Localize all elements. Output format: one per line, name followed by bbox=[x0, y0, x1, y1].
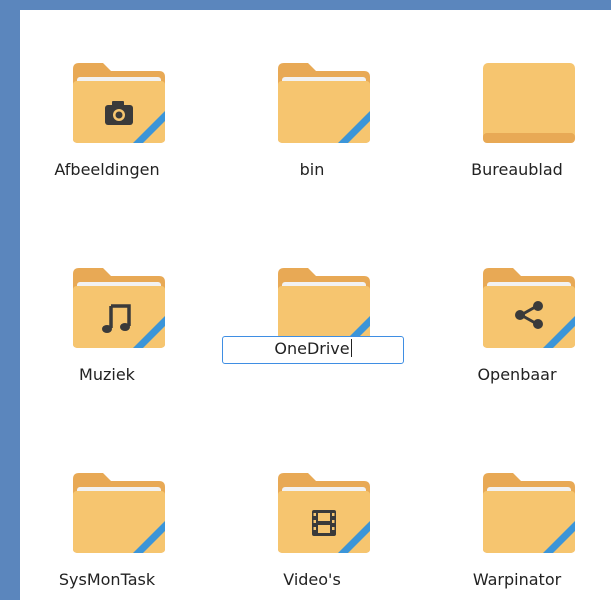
folder-item-sysmontask[interactable]: SysMonTask bbox=[32, 440, 182, 600]
rename-input[interactable]: OneDrive bbox=[222, 336, 404, 364]
folder-item-bureaublad[interactable]: Bureaublad bbox=[442, 30, 592, 190]
folder-icon bbox=[483, 268, 575, 348]
folder-item-warpinator[interactable]: Warpinator bbox=[442, 440, 592, 600]
folder-icon bbox=[73, 63, 165, 143]
folder-label: bin bbox=[299, 160, 325, 179]
folder-icon bbox=[73, 268, 165, 348]
folder-icon bbox=[73, 473, 165, 553]
folder-label: Warpinator bbox=[472, 570, 562, 589]
folder-item-openbaar[interactable]: Openbaar bbox=[442, 235, 592, 395]
folder-icon bbox=[483, 473, 575, 553]
folder-label: SysMonTask bbox=[58, 570, 156, 589]
folder-icon bbox=[278, 63, 370, 143]
folder-label: Muziek bbox=[79, 365, 135, 384]
folder-label: Video's bbox=[283, 570, 341, 589]
folder-item-onedrive[interactable] bbox=[237, 235, 387, 395]
folder-icon bbox=[278, 473, 370, 553]
folder-label: Bureaublad bbox=[471, 160, 563, 179]
text-caret bbox=[350, 339, 352, 357]
folder-item-muziek[interactable]: Muziek bbox=[32, 235, 182, 395]
folder-label: Afbeeldingen bbox=[54, 160, 160, 179]
folder-item-afbeeldingen[interactable]: Afbeeldingen bbox=[32, 30, 182, 190]
folder-item-videos[interactable]: Video's bbox=[237, 440, 387, 600]
rename-input-text: OneDrive bbox=[274, 339, 350, 358]
film-icon bbox=[312, 510, 336, 536]
desktop-folder-icon bbox=[483, 63, 575, 143]
folder-item-bin[interactable]: bin bbox=[237, 30, 387, 190]
folder-label: Openbaar bbox=[477, 365, 557, 384]
file-view: Afbeeldingen bin Bureaublad Muziek Openb… bbox=[20, 10, 611, 600]
